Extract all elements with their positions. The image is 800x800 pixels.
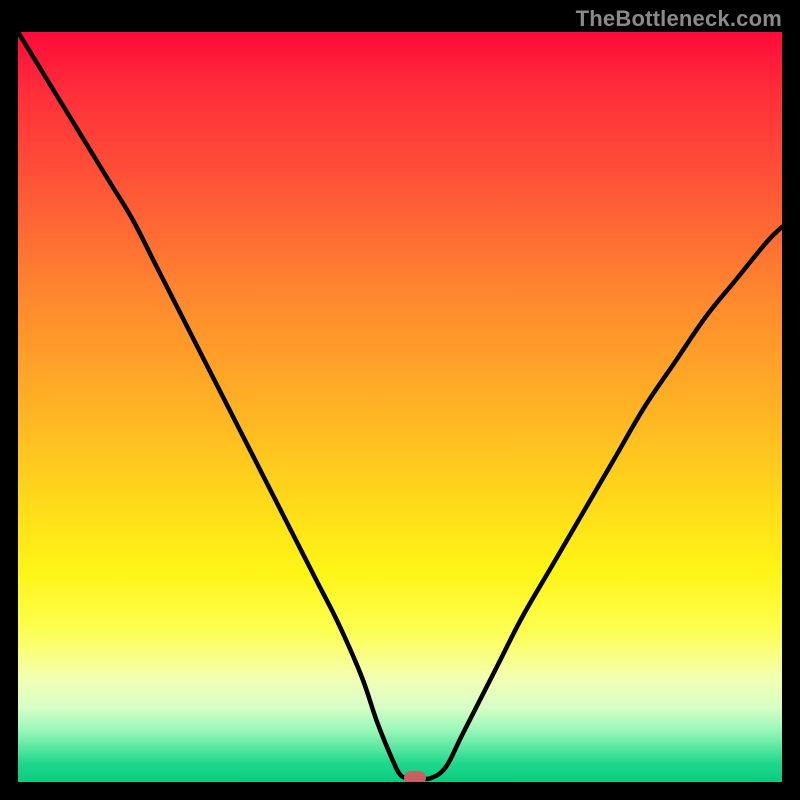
optimal-marker [404,771,426,782]
curve-path [18,32,782,779]
chart-frame: TheBottleneck.com [0,0,800,800]
plot-area [18,32,782,782]
bottleneck-curve [18,32,782,782]
attribution-text: TheBottleneck.com [576,6,782,32]
